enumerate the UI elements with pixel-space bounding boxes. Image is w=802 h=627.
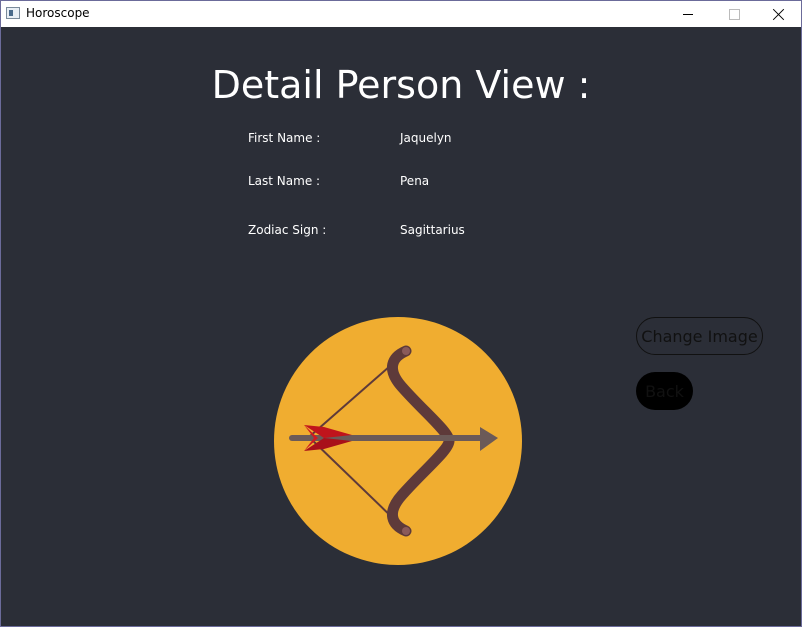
zodiac-sign-value: Sagittarius: [400, 223, 465, 237]
window-title: Horoscope: [26, 6, 90, 20]
sagittarius-bow-arrow-icon: [274, 317, 522, 565]
first-name-label: First Name :: [248, 131, 321, 145]
zodiac-sign-label: Zodiac Sign :: [248, 223, 327, 237]
first-name-value: Jaquelyn: [400, 131, 452, 145]
maximize-icon: [728, 8, 740, 20]
change-image-button[interactable]: Change Image: [636, 317, 763, 355]
app-window-icon: [6, 7, 20, 19]
last-name-label: Last Name :: [248, 174, 321, 188]
minimize-button[interactable]: [665, 1, 711, 27]
last-name-value: Pena: [400, 174, 430, 188]
page-title: Detail Person View :: [211, 63, 591, 107]
back-button[interactable]: Back: [636, 372, 693, 410]
close-button[interactable]: [755, 1, 801, 27]
title-bar[interactable]: Horoscope: [1, 1, 801, 27]
close-icon: [772, 8, 785, 21]
maximize-button[interactable]: [711, 1, 757, 27]
minimize-icon: [683, 13, 693, 15]
app-window: Horoscope Detail Person View : First Nam…: [0, 0, 802, 627]
